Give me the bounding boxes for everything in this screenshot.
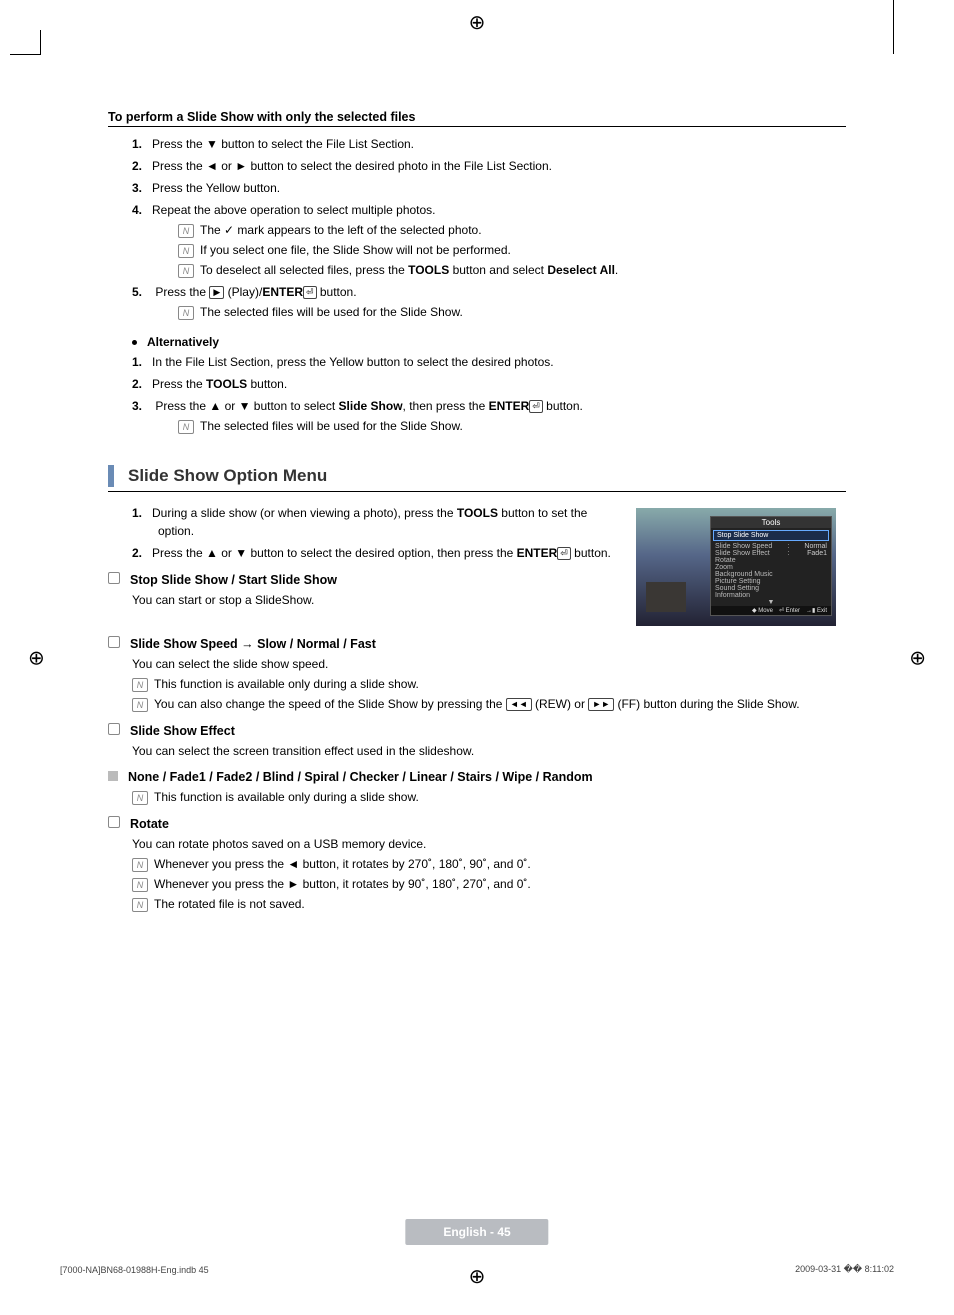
- down-arrow-icon: ▼: [711, 599, 831, 606]
- step-item: 3. Press the ▲ or ▼ button to select Sli…: [152, 397, 846, 435]
- rew-icon: ◄◄: [506, 698, 532, 711]
- tools-item: Picture Setting: [711, 578, 831, 585]
- note-icon: N: [132, 791, 148, 805]
- tools-item: Information: [711, 592, 831, 599]
- bullet-icon: [132, 340, 137, 345]
- page-footer-label: English - 45: [405, 1219, 548, 1245]
- step-item: 3.Press the Yellow button.: [152, 179, 846, 197]
- tools-item: Zoom: [711, 564, 831, 571]
- tools-selected: Stop Slide Show: [713, 530, 829, 541]
- step-item: 2.Press the TOOLS button.: [152, 375, 846, 393]
- note-item: NThis function is available only during …: [132, 675, 846, 693]
- tools-item: Sound Setting: [711, 585, 831, 592]
- crop-mark: [10, 30, 41, 55]
- tools-row: Slide Show Effect:Fade1: [711, 550, 831, 557]
- note-icon: N: [178, 264, 194, 278]
- note-item: NWhenever you press the ► button, it rot…: [132, 875, 846, 893]
- bullet-box-icon: [108, 636, 120, 648]
- accent-bar: [108, 465, 114, 487]
- subsection-heading: Stop Slide Show / Start Slide Show: [108, 572, 618, 587]
- note-icon: N: [132, 878, 148, 892]
- note-item: NThe rotated file is not saved.: [132, 895, 846, 913]
- note-item: NThe ✓ mark appears to the left of the s…: [178, 221, 846, 239]
- note-item: NYou can also change the speed of the Sl…: [132, 695, 846, 713]
- tools-item: Rotate: [711, 557, 831, 564]
- body-text: You can start or stop a SlideShow.: [132, 591, 618, 609]
- registration-mark-icon: ⊕: [469, 1264, 486, 1289]
- body-text: You can select the screen transition eff…: [132, 742, 846, 760]
- note-item: NIf you select one file, the Slide Show …: [178, 241, 846, 259]
- registration-mark-icon: ⊕: [909, 645, 926, 670]
- play-icon: ▶: [209, 286, 224, 299]
- subsection-heading: Rotate: [108, 816, 846, 831]
- bullet-box-icon: [108, 572, 120, 584]
- step-item: 2.Press the ▲ or ▼ button to select the …: [152, 544, 618, 562]
- note-icon: N: [132, 678, 148, 692]
- step-item: 4.Repeat the above operation to select m…: [152, 201, 846, 279]
- exit-hint: →▮ Exit: [806, 607, 827, 614]
- note-item: NThis function is available only during …: [132, 788, 846, 806]
- timestamp-label: 2009-03-31 �� 8:11:02: [795, 1264, 894, 1275]
- note-icon: N: [178, 244, 194, 258]
- note-icon: N: [132, 698, 148, 712]
- step-item: 1.During a slide show (or when viewing a…: [152, 504, 618, 540]
- body-text: You can select the slide show speed.: [132, 655, 846, 673]
- step-item: 5. Press the ▶ (Play)/ENTER⏎ button. NTh…: [152, 283, 846, 321]
- section-heading: Slide Show Option Menu: [108, 465, 846, 492]
- move-hint: ◆ Move: [752, 607, 773, 614]
- enter-icon: ⏎: [529, 400, 543, 413]
- body-text: You can rotate photos saved on a USB mem…: [132, 835, 846, 853]
- note-item: NWhenever you press the ◄ button, it rot…: [132, 855, 846, 873]
- note-icon: N: [132, 858, 148, 872]
- subsection-heading: Slide Show Speed → Slow / Normal / Fast: [108, 636, 846, 651]
- alternatively-label: Alternatively: [132, 335, 846, 349]
- tools-title: Tools: [711, 517, 831, 528]
- registration-mark-icon: ⊕: [28, 645, 45, 670]
- bullet-box-icon: [108, 723, 120, 735]
- step-item: 1.In the File List Section, press the Ye…: [152, 353, 846, 371]
- note-item: NThe selected files will be used for the…: [178, 417, 846, 435]
- note-icon: N: [132, 898, 148, 912]
- ff-icon: ►►: [588, 698, 614, 711]
- note-icon: N: [178, 306, 194, 320]
- enter-hint: ⏎ Enter: [779, 607, 800, 614]
- tools-item: Background Music: [711, 571, 831, 578]
- enter-icon: ⏎: [303, 286, 317, 299]
- enter-icon: ⏎: [557, 547, 571, 560]
- section-title: To perform a Slide Show with only the se…: [108, 110, 846, 127]
- note-icon: N: [178, 224, 194, 238]
- note-item: NTo deselect all selected files, press t…: [178, 261, 846, 279]
- note-item: NThe selected files will be used for the…: [178, 303, 846, 321]
- step-item: 1.Press the ▼ button to select the File …: [152, 135, 846, 153]
- registration-mark-icon: ⊕: [469, 10, 486, 35]
- source-file-label: [7000-NA]BN68-01988H-Eng.indb 45: [60, 1265, 209, 1275]
- tools-panel-screenshot: Tools Stop Slide Show Slide Show Speed:N…: [636, 508, 836, 626]
- subsection-heading: Slide Show Effect: [108, 723, 846, 738]
- bullet-box-icon: [108, 816, 120, 828]
- tools-row: Slide Show Speed:Normal: [711, 543, 831, 550]
- step-item: 2.Press the ◄ or ► button to select the …: [152, 157, 846, 175]
- subsection-heading: None / Fade1 / Fade2 / Blind / Spiral / …: [108, 770, 846, 784]
- bullet-square-icon: [108, 771, 118, 781]
- note-icon: N: [178, 420, 194, 434]
- crop-mark: [893, 0, 894, 54]
